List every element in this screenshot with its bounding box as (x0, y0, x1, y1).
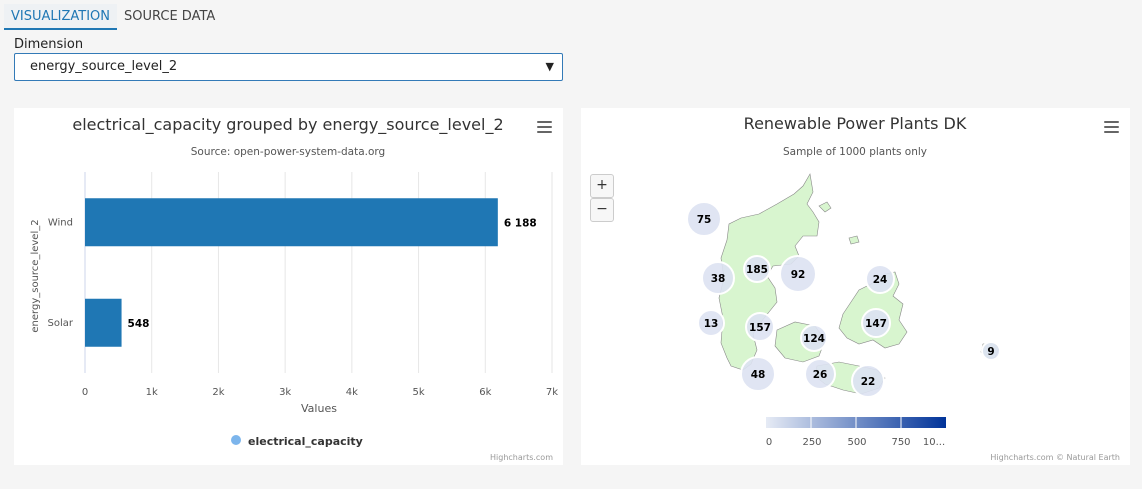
y-tick-label: Solar (48, 318, 74, 329)
map-card: Renewable Power Plants DK Sample of 1000… (581, 108, 1130, 465)
data-label: 548 (128, 318, 150, 330)
y-tick-label: Wind (48, 217, 73, 228)
dimension-selected-value: energy_source_level_2 (30, 59, 178, 74)
anholt-shape (848, 235, 860, 245)
tab-visualization[interactable]: VISUALIZATION (4, 4, 117, 30)
cluster-count: 9 (987, 346, 994, 358)
cluster-count: 48 (751, 369, 766, 381)
bar-solar (85, 298, 122, 347)
x-tick-label: 4k (346, 387, 358, 398)
cluster-count: 26 (813, 369, 828, 381)
x-tick-label: 6k (479, 387, 491, 398)
map-credits[interactable]: Highcharts.com © Natural Earth (990, 453, 1120, 462)
color-axis-label: 10... (923, 437, 945, 448)
cluster-count: 13 (704, 318, 719, 330)
dimension-select[interactable]: energy_source_level_2 ▼ (14, 53, 563, 81)
dropdown-arrow-icon: ▼ (545, 60, 554, 73)
cluster-count: 92 (791, 269, 806, 281)
legend-marker (231, 435, 241, 445)
tab-source-data[interactable]: SOURCE DATA (117, 4, 222, 30)
tab-bar: VISUALIZATION SOURCE DATA (4, 4, 222, 30)
cluster-count: 24 (873, 274, 888, 286)
cluster-count: 157 (749, 322, 771, 334)
bar-legend[interactable]: electrical_capacity (231, 435, 363, 448)
bar-chart-card: electrical_capacity grouped by energy_so… (14, 108, 563, 465)
y-axis-title: energy_source_level_2 (30, 219, 41, 332)
x-axis-title: Values (301, 402, 337, 415)
cluster-count: 185 (746, 264, 768, 276)
x-tick-label: 3k (279, 387, 291, 398)
bar-wind (85, 198, 498, 247)
x-tick-label: 2k (212, 387, 224, 398)
color-axis-label: 500 (847, 437, 866, 448)
x-tick-label: 0 (82, 387, 88, 398)
x-tick-label: 5k (412, 387, 424, 398)
legend-label: electrical_capacity (248, 435, 363, 448)
bar-chart-subtitle: Source: open-power-system-data.org (191, 146, 385, 158)
samso-shape (818, 201, 832, 213)
color-axis-label: 750 (891, 437, 910, 448)
color-axis-label: 0 (766, 437, 772, 448)
cluster-count: 22 (861, 376, 876, 388)
data-label: 6 188 (504, 217, 537, 229)
x-tick-label: 1k (146, 387, 158, 398)
dimension-label: Dimension (14, 37, 84, 52)
x-tick-label: 7k (546, 387, 558, 398)
bar-chart-credits[interactable]: Highcharts.com (490, 453, 553, 462)
map-subtitle: Sample of 1000 plants only (783, 146, 927, 158)
zoom-in-button[interactable]: + (590, 174, 614, 198)
map-title: Renewable Power Plants DK (744, 114, 967, 133)
bar-chart-title: electrical_capacity grouped by energy_so… (72, 115, 503, 135)
color-axis-label: 250 (802, 437, 821, 448)
cluster-count: 38 (711, 273, 726, 285)
cluster-count: 124 (803, 333, 825, 345)
map-chart: Renewable Power Plants DK Sample of 1000… (686, 114, 1001, 448)
bar-chart: electrical_capacity grouped by energy_so… (30, 115, 558, 448)
zoom-out-button[interactable]: − (590, 198, 614, 222)
cluster-count: 147 (865, 318, 887, 330)
color-axis-labels: 0 250 500 750 10... (766, 437, 945, 448)
cluster-count: 75 (697, 214, 712, 226)
